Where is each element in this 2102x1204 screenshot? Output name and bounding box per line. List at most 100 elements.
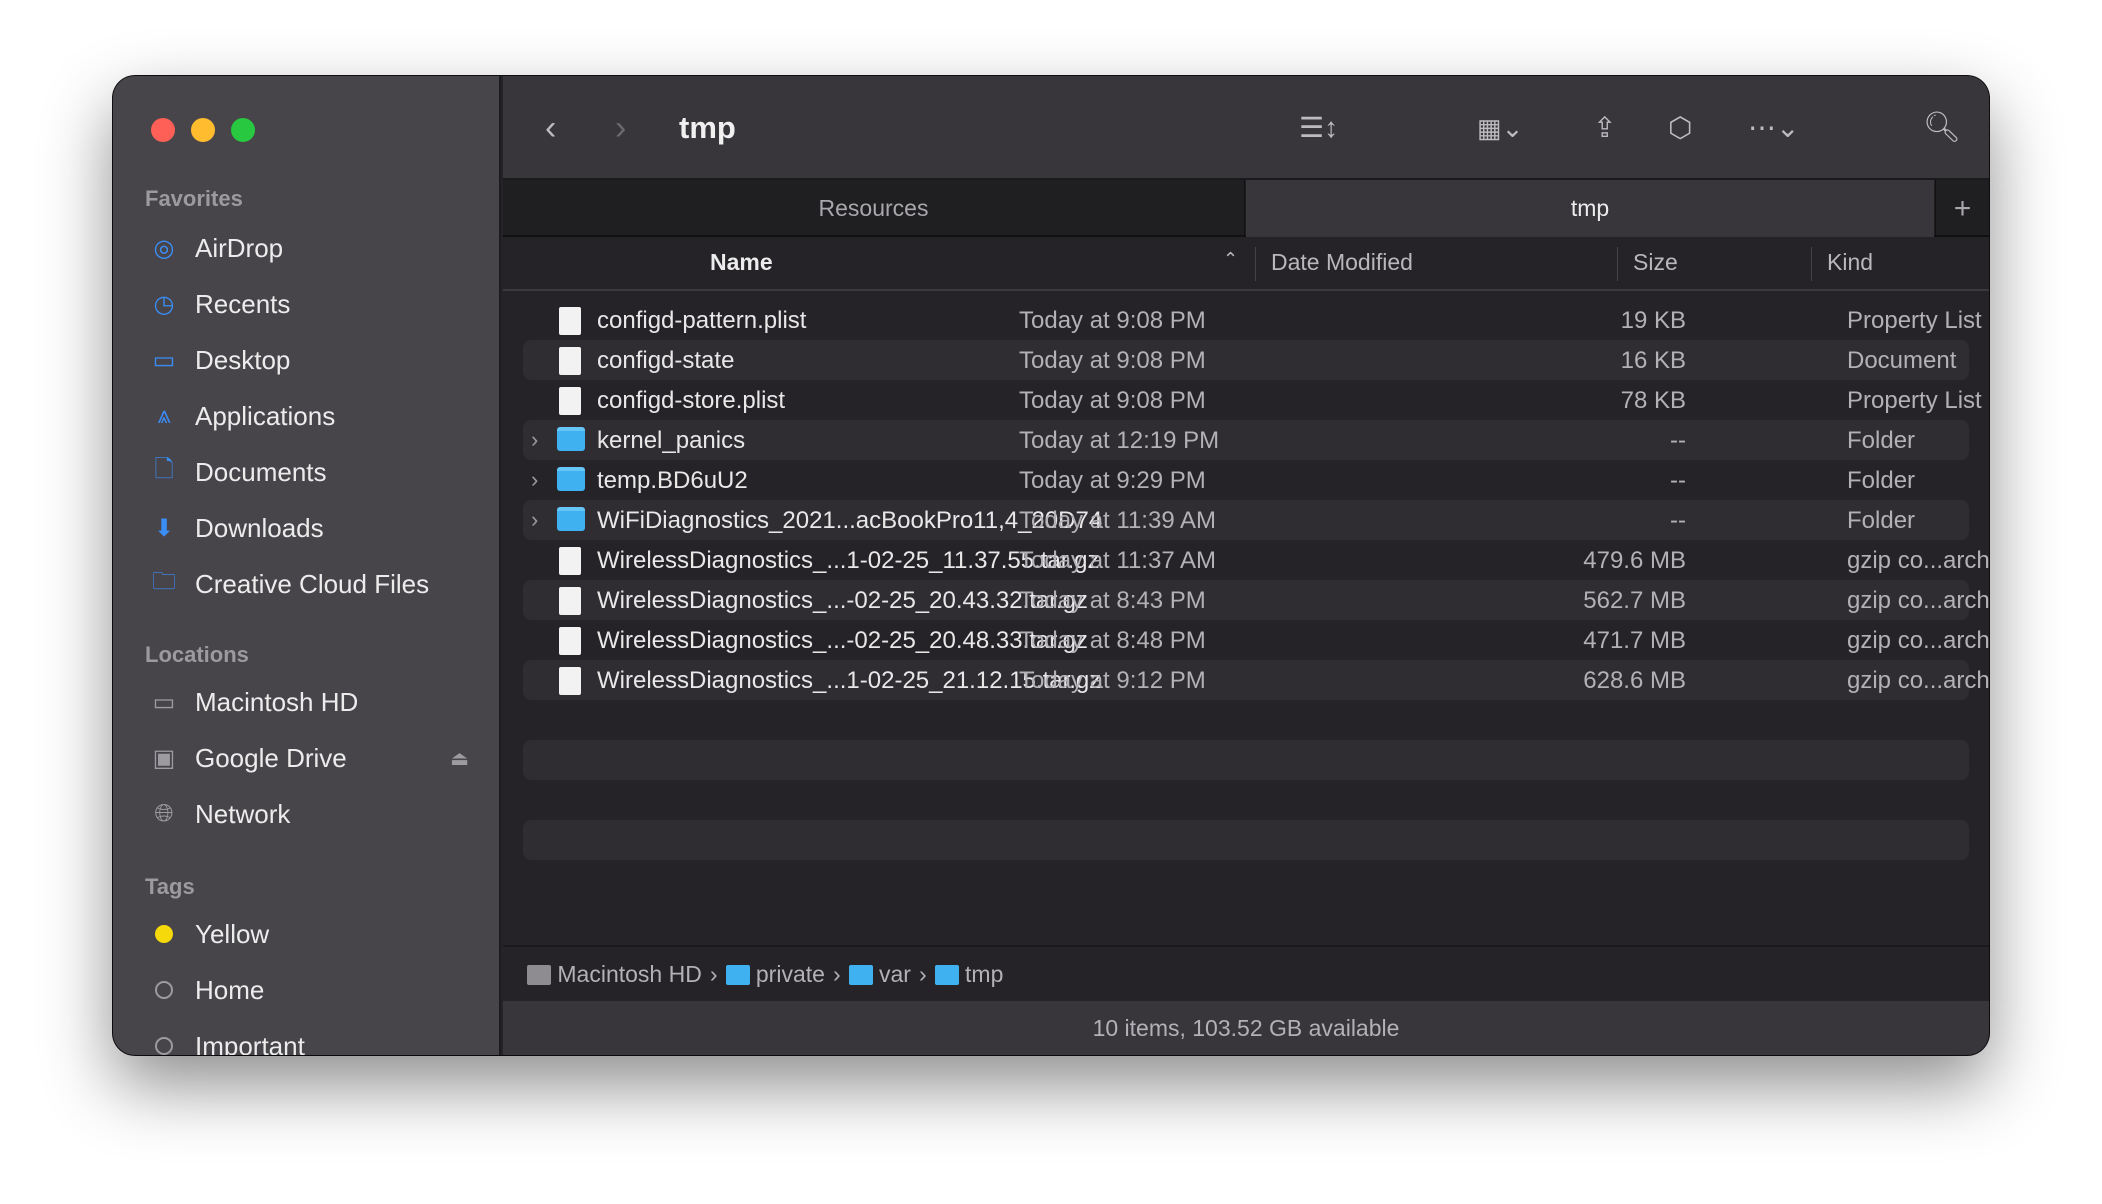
sidebar-item-label: AirDrop: [195, 232, 284, 263]
file-size: 16 KB: [1620, 347, 1686, 374]
disclosure-chevron-icon[interactable]: ›: [531, 507, 538, 533]
file-icon: [559, 547, 581, 575]
search-icon[interactable]: 🔍︎: [1923, 104, 1961, 152]
new-tab-button[interactable]: +: [1935, 180, 1989, 237]
list-view-icon[interactable]: ☰↕: [1299, 104, 1338, 152]
sidebar-item-label: Google Drive: [195, 742, 347, 773]
file-row[interactable]: configd-store.plist Today at 9:08 PM 78 KB…: [523, 380, 1982, 420]
file-kind: Folder: [1847, 467, 1916, 494]
file-row[interactable]: configd-pattern.plist Today at 9:08 PM 19 …: [523, 300, 1982, 340]
toolbar: ‹ › tmp ☰↕ ▦⌄ ⇪ ⬡ ⋯⌄ 🔍︎: [503, 76, 1989, 180]
eject-icon[interactable]: ⏏: [450, 746, 469, 771]
empty-row: [523, 740, 1969, 780]
empty-row: [523, 780, 1969, 820]
finder-window: Favorites ◎ AirDrop ◷ Recents ▭ Desktop ⩓ Appli…: [113, 76, 1989, 1055]
file-date: Today at 12:19 PM: [1019, 427, 1220, 454]
tag-home[interactable]: Home: [149, 968, 264, 1012]
file-size: 628.6 MB: [1583, 667, 1686, 694]
file-size: --: [1670, 427, 1686, 454]
file-row[interactable]: WirelessDiagnostics_...1-02-25_11.37.55.…: [523, 540, 1989, 580]
disclosure-chevron-icon[interactable]: ›: [531, 427, 538, 453]
tag-important[interactable]: Important: [149, 1024, 305, 1055]
folder-icon: [557, 507, 585, 531]
file-date: Today at 8:43 PM: [1019, 587, 1206, 614]
sort-ascending-icon: ⌃: [1223, 249, 1239, 269]
sidebar-item-airdrop[interactable]: ◎ AirDrop: [149, 226, 284, 270]
sidebar-item-macintosh-hd[interactable]: ▭ Macintosh HD: [149, 680, 469, 724]
file-row[interactable]: › temp.BD6uU2 Today at 9:29 PM -- Folder: [523, 460, 1969, 500]
file-kind: gzip co...archive: [1847, 627, 1989, 654]
sidebar-item-label: Creative Cloud Files: [195, 568, 430, 599]
file-icon: [559, 347, 581, 375]
sidebar-item-downloads[interactable]: ⬇︎ Downloads: [149, 506, 324, 550]
empty-row: [523, 700, 1969, 740]
tag-label: Yellow: [195, 918, 270, 949]
window-title: tmp: [679, 110, 736, 145]
file-kind: Property List: [1847, 387, 1982, 414]
file-row[interactable]: WirelessDiagnostics_...-02-25_20.43.32.t…: [523, 580, 1989, 620]
sidebar-item-desktop[interactable]: ▭ Desktop: [149, 338, 291, 382]
disk-icon: [527, 965, 551, 986]
sidebar-item-recents[interactable]: ◷ Recents: [149, 282, 291, 326]
sidebar-item-label: Documents: [195, 456, 327, 487]
tab-tmp[interactable]: tmp: [1246, 180, 1934, 237]
file-list: configd-pattern.plist Today at 9:08 PM 19 …: [523, 300, 1989, 900]
file-icon: [559, 627, 581, 655]
sidebar-item-google-drive[interactable]: ▣ Google Drive ⏏: [149, 736, 469, 780]
path-label: Macintosh HD: [557, 960, 702, 987]
tag-label: Important: [195, 1030, 305, 1056]
group-icon[interactable]: ▦⌄: [1477, 104, 1523, 152]
tag-icon[interactable]: ⬡: [1668, 104, 1692, 152]
file-icon: [559, 667, 581, 695]
file-kind: gzip co...archive: [1847, 667, 1989, 694]
path-separator-icon: ›: [709, 960, 718, 987]
path-item[interactable]: tmp: [934, 961, 1003, 988]
sidebar-item-applications[interactable]: ⩓ Applications: [149, 394, 335, 438]
file-row[interactable]: WirelessDiagnostics_...-02-25_20.48.33.t…: [523, 620, 1989, 660]
file-date: Today at 9:08 PM: [1019, 347, 1206, 374]
file-name: temp.BD6uU2: [597, 467, 748, 494]
file-row[interactable]: WirelessDiagnostics_...1-02-25_21.12.15.…: [523, 660, 1989, 700]
back-button[interactable]: ‹: [545, 104, 556, 152]
path-item[interactable]: Macintosh HD: [527, 961, 702, 988]
tag-label: Home: [195, 974, 265, 1005]
tab-resources[interactable]: Resources: [503, 180, 1245, 237]
more-actions-icon[interactable]: ⋯⌄: [1748, 104, 1799, 152]
file-name: kernel_panics: [597, 427, 746, 454]
forward-button[interactable]: ›: [615, 104, 626, 152]
file-size: 19 KB: [1620, 307, 1686, 334]
file-name: configd-pattern.plist: [597, 307, 807, 334]
path-item[interactable]: var: [848, 961, 911, 988]
minimize-button[interactable]: [191, 118, 215, 142]
sidebar-item-label: Network: [195, 798, 291, 829]
folder-icon: [934, 965, 959, 986]
disclosure-chevron-icon[interactable]: ›: [531, 467, 538, 493]
column-name[interactable]: Name: [710, 249, 773, 276]
path-separator-icon: ›: [832, 960, 841, 987]
share-icon[interactable]: ⇪: [1593, 104, 1616, 152]
close-button[interactable]: [151, 118, 175, 142]
file-row[interactable]: › WiFiDiagnostics_2021...acBookPro11,4_20…: [523, 500, 1969, 540]
file-icon: [559, 587, 581, 615]
file-row[interactable]: configd-state Today at 9:08 PM 16 KB Docume…: [523, 340, 1969, 380]
sidebar-item-documents[interactable]: 🗋︎ Documents: [149, 450, 327, 494]
tab-bar: Resources tmp +: [503, 180, 1989, 237]
path-separator-icon: ›: [918, 960, 927, 987]
file-row[interactable]: › kernel_panics Today at 12:19 PM -- Folder: [523, 420, 1969, 460]
zoom-button[interactable]: [231, 118, 255, 142]
column-size[interactable]: Size: [1633, 249, 1678, 276]
column-date-modified[interactable]: Date Modified: [1271, 249, 1413, 276]
path-item[interactable]: private: [725, 961, 825, 988]
path-bar: Macintosh HD › private › var › tmp: [503, 945, 1989, 1001]
tag-yellow[interactable]: Yellow: [149, 912, 269, 956]
file-name: WirelessDiagnostics_...-02-25_20.43.32.t…: [597, 587, 1088, 614]
clock-icon: ◷: [153, 290, 175, 318]
tags-heading: Tags: [145, 874, 195, 899]
sidebar-item-network[interactable]: 🌐︎ Network: [149, 792, 469, 836]
column-kind[interactable]: Kind: [1827, 249, 1873, 276]
file-kind: Property List: [1847, 307, 1982, 334]
status-bar: 10 items, 103.52 GB available: [503, 1001, 1989, 1055]
sidebar-item-creative-cloud-files[interactable]: 🗀︎ Creative Cloud Files: [149, 562, 429, 606]
tag-dot-icon: [149, 975, 179, 1005]
file-name: configd-store.plist: [597, 387, 786, 414]
